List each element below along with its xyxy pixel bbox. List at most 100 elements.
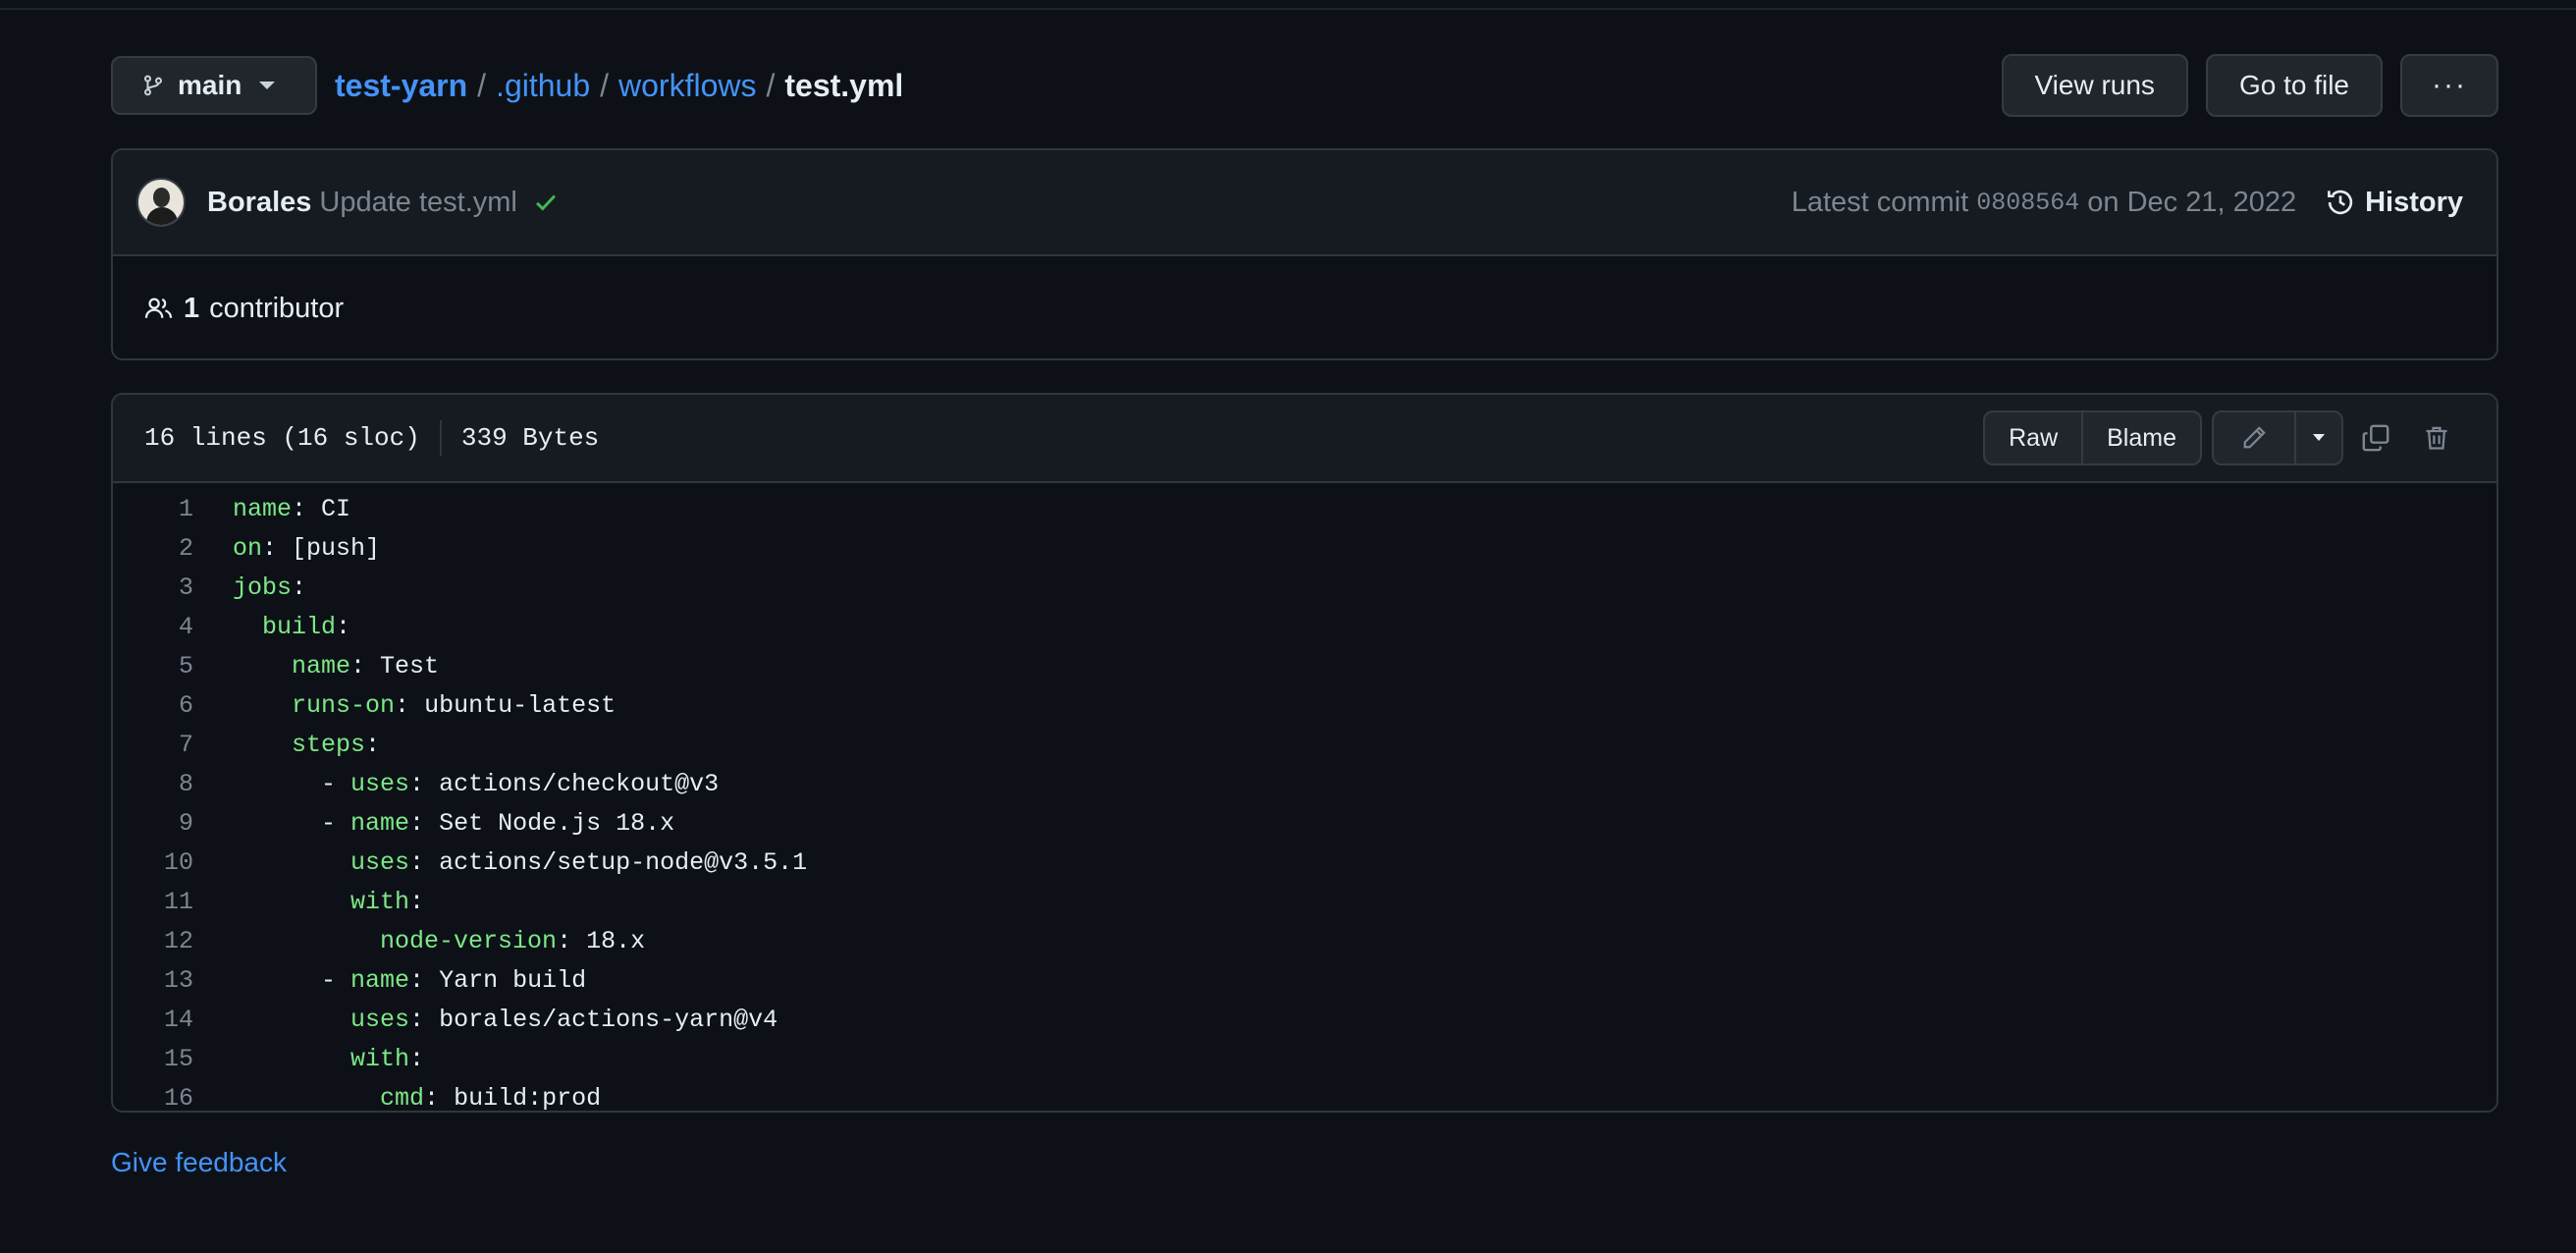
yaml-key: uses bbox=[350, 769, 410, 798]
copy-icon bbox=[2362, 424, 2389, 452]
code-content: name: Test bbox=[233, 652, 439, 681]
line-number[interactable]: 4 bbox=[113, 613, 193, 641]
contributor-label: contributor bbox=[209, 292, 345, 324]
yaml-value: borales/actions-yarn@v4 bbox=[424, 1005, 778, 1034]
code-line: 16 cmd: build:prod bbox=[113, 1078, 2496, 1113]
yaml-value: CI bbox=[306, 494, 351, 523]
blame-button[interactable]: Blame bbox=[2081, 412, 2200, 463]
line-number[interactable]: 5 bbox=[113, 652, 193, 681]
edit-file-button[interactable] bbox=[2214, 412, 2294, 463]
line-number[interactable]: 1 bbox=[113, 495, 193, 523]
yaml-colon: : bbox=[409, 769, 425, 798]
line-number[interactable]: 12 bbox=[113, 927, 193, 955]
check-icon[interactable] bbox=[533, 190, 559, 215]
yaml-colon: : bbox=[292, 494, 307, 523]
copy-button[interactable] bbox=[2347, 410, 2404, 465]
commit-message-link[interactable]: Update test.yml bbox=[319, 187, 516, 219]
yaml-colon: : bbox=[409, 808, 425, 838]
top-border bbox=[0, 0, 2576, 10]
line-count: 16 lines (16 sloc) bbox=[144, 423, 420, 453]
line-number[interactable]: 6 bbox=[113, 691, 193, 720]
line-number[interactable]: 7 bbox=[113, 731, 193, 759]
code-content: with: bbox=[233, 888, 424, 916]
code-content: uses: borales/actions-yarn@v4 bbox=[233, 1006, 778, 1034]
people-icon bbox=[144, 298, 173, 318]
yaml-colon: : bbox=[409, 965, 425, 995]
line-number[interactable]: 13 bbox=[113, 966, 193, 995]
yaml-key: steps bbox=[292, 730, 366, 759]
code-content: cmd: build:prod bbox=[233, 1083, 601, 1113]
line-number[interactable]: 10 bbox=[113, 848, 193, 877]
code-line: 4 build: bbox=[113, 607, 2496, 646]
breadcrumb-separator: / bbox=[477, 67, 487, 103]
code-line: 5 name: Test bbox=[113, 646, 2496, 685]
git-branch-icon bbox=[143, 75, 163, 96]
info-divider bbox=[439, 420, 442, 456]
contributors-row[interactable]: 1 contributor bbox=[113, 256, 2496, 358]
breadcrumb-workflows-link[interactable]: workflows bbox=[618, 68, 756, 104]
contributor-count: 1 bbox=[184, 292, 200, 324]
history-label: History bbox=[2365, 186, 2463, 218]
code-indent: - bbox=[233, 808, 351, 838]
yaml-key: name bbox=[233, 494, 293, 523]
breadcrumb-separator: / bbox=[600, 67, 610, 103]
view-runs-button[interactable]: View runs bbox=[2001, 54, 2188, 117]
avatar[interactable] bbox=[136, 178, 186, 227]
code-indent: - bbox=[233, 769, 351, 798]
file-viewer: 16 lines (16 sloc) 339 Bytes Raw Blame 1… bbox=[111, 393, 2498, 1113]
yaml-key: name bbox=[292, 651, 351, 681]
yaml-colon: : bbox=[409, 1005, 425, 1034]
code-content: - name: Yarn build bbox=[233, 966, 586, 995]
code-line: 12 node-version: 18.x bbox=[113, 921, 2496, 960]
yaml-key: build bbox=[262, 612, 337, 641]
delete-button[interactable] bbox=[2408, 410, 2465, 465]
history-link[interactable]: History bbox=[2326, 187, 2463, 219]
more-options-button[interactable]: ··· bbox=[2400, 54, 2498, 117]
edit-dropdown-button[interactable] bbox=[2294, 412, 2341, 463]
yaml-key: runs-on bbox=[292, 690, 396, 720]
line-number[interactable]: 11 bbox=[113, 888, 193, 916]
yaml-key: on bbox=[233, 533, 263, 563]
yaml-colon: : bbox=[409, 847, 425, 877]
line-number[interactable]: 9 bbox=[113, 809, 193, 838]
commit-meta: Latest commit 0808564 on Dec 21, 2022 Hi… bbox=[1792, 187, 2463, 219]
yaml-key: cmd bbox=[380, 1083, 425, 1113]
breadcrumb: test-yarn / .github / workflows / test.y… bbox=[335, 68, 903, 104]
code-content: build: bbox=[233, 613, 350, 641]
edit-group bbox=[2212, 410, 2343, 465]
commit-sha-link[interactable]: 0808564 bbox=[1976, 189, 2079, 217]
latest-commit-label: Latest commit bbox=[1791, 186, 1969, 218]
yaml-value: Test bbox=[365, 651, 440, 681]
give-feedback-link[interactable]: Give feedback bbox=[111, 1147, 287, 1178]
yaml-value: actions/checkout@v3 bbox=[424, 769, 720, 798]
yaml-key: name bbox=[350, 965, 410, 995]
yaml-key: jobs bbox=[233, 572, 293, 602]
code-line: 2 on: [push] bbox=[113, 528, 2496, 568]
raw-button[interactable]: Raw bbox=[1985, 412, 2081, 463]
line-number[interactable]: 2 bbox=[113, 534, 193, 563]
yaml-colon: : bbox=[336, 612, 351, 641]
yaml-key: with bbox=[350, 1044, 410, 1073]
yaml-key: node-version bbox=[380, 926, 558, 955]
breadcrumb-repo-link[interactable]: test-yarn bbox=[335, 68, 467, 104]
line-number[interactable]: 3 bbox=[113, 573, 193, 602]
code-line: 14 uses: borales/actions-yarn@v4 bbox=[113, 1000, 2496, 1039]
code-line: 11 with: bbox=[113, 882, 2496, 921]
commit-author-link[interactable]: Borales bbox=[207, 187, 311, 219]
code-indent: - bbox=[233, 965, 351, 995]
line-number[interactable]: 8 bbox=[113, 770, 193, 798]
code-content: on: [push] bbox=[233, 534, 380, 563]
line-number[interactable]: 14 bbox=[113, 1006, 193, 1034]
code-content: jobs: bbox=[233, 573, 306, 602]
go-to-file-button[interactable]: Go to file bbox=[2205, 54, 2383, 117]
yaml-colon: : bbox=[409, 1044, 425, 1073]
breadcrumb-github-link[interactable]: .github bbox=[496, 68, 590, 104]
line-number[interactable]: 15 bbox=[113, 1045, 193, 1073]
line-number[interactable]: 16 bbox=[113, 1084, 193, 1112]
branch-selector-button[interactable]: main bbox=[111, 56, 317, 115]
